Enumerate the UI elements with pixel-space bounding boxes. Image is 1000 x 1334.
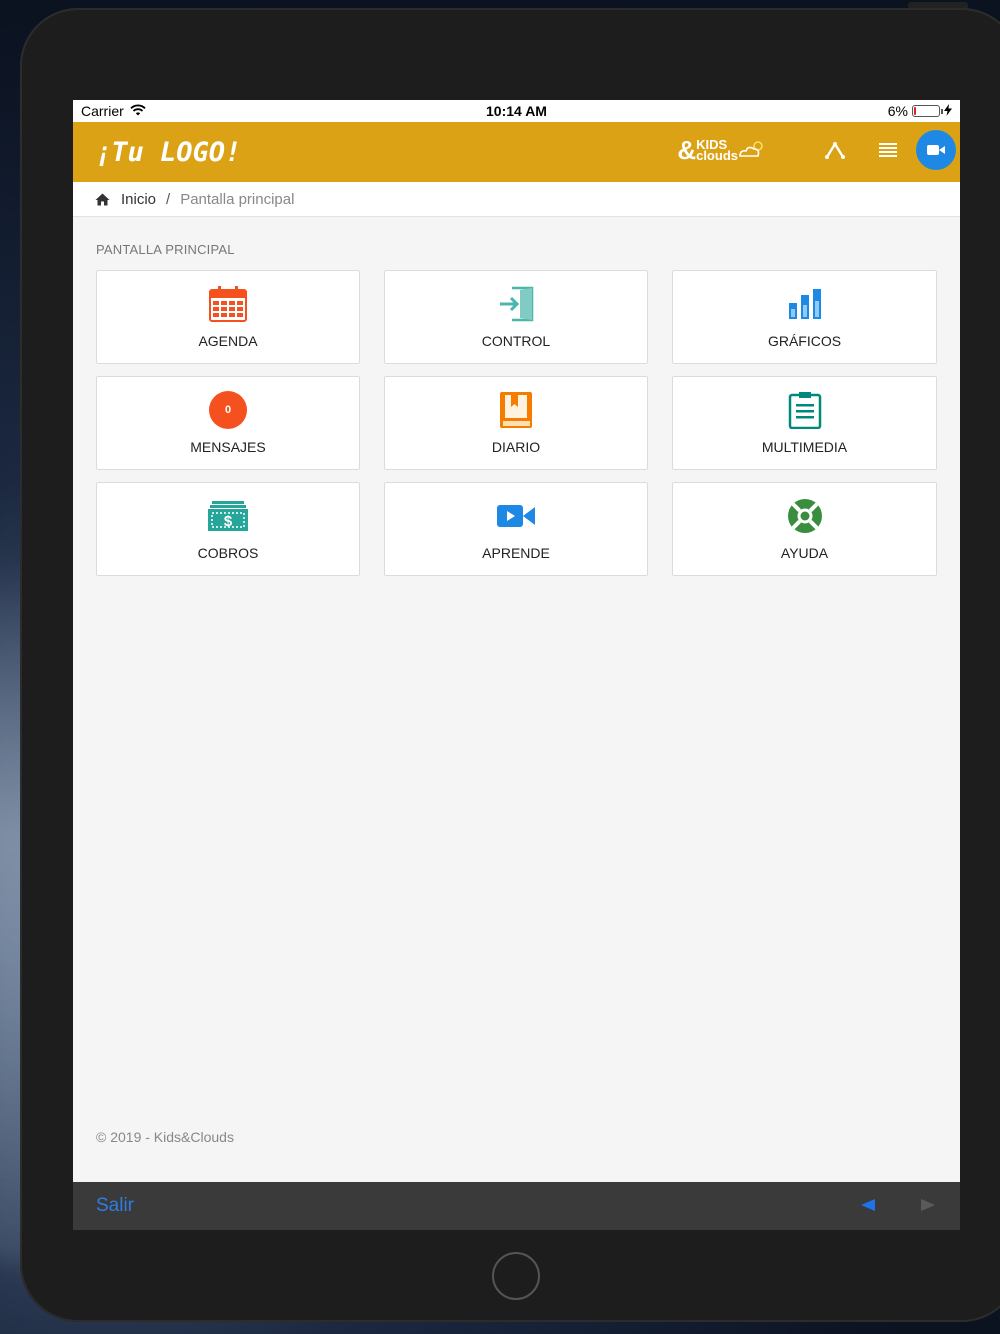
tile-label: MENSAJES — [190, 439, 266, 455]
tile-label: APRENDE — [482, 545, 550, 561]
video-camera-icon — [927, 145, 945, 155]
svg-text:$: $ — [224, 513, 233, 530]
clipboard-icon — [788, 392, 821, 429]
menu-button[interactable] — [868, 130, 908, 170]
breadcrumb-home-link[interactable]: Inicio — [121, 191, 156, 208]
book-bookmark-icon — [500, 392, 532, 428]
caret-up-icon — [825, 141, 845, 159]
tile-cobros[interactable]: $ COBROS — [96, 482, 360, 576]
battery-percent: 6% — [887, 103, 908, 119]
brand-line2: clouds — [696, 148, 738, 163]
tile-label: DIARIO — [491, 439, 541, 455]
brand-amp: & — [677, 135, 697, 165]
section-title: PANTALLA PRINCIPAL — [96, 242, 235, 257]
forward-arrow-icon[interactable] — [921, 1199, 935, 1211]
tile-ayuda[interactable]: AYUDA — [672, 482, 937, 576]
tile-control[interactable]: CONTROL — [384, 270, 648, 364]
calendar-icon — [209, 286, 247, 322]
tile-diario[interactable]: DIARIO — [384, 376, 648, 470]
tile-label: CONTROL — [481, 333, 551, 349]
door-enter-icon — [500, 286, 534, 322]
carrier-label: Carrier — [81, 103, 124, 119]
home-icon[interactable] — [95, 193, 110, 206]
exit-button[interactable]: Salir — [96, 1195, 134, 1217]
app-header: ¡Tu LOGO! & KIDS clouds — [73, 122, 960, 182]
tile-mensajes[interactable]: 0 MENSAJES — [96, 376, 360, 470]
app-logo: ¡Tu LOGO! — [95, 136, 242, 168]
bar-chart-icon — [788, 289, 821, 319]
lifebuoy-icon — [787, 499, 822, 533]
copyright-footer: © 2019 - Kids&Clouds — [96, 1129, 234, 1145]
tile-agenda[interactable]: AGENDA — [96, 270, 360, 364]
battery-fill — [914, 107, 916, 115]
battery-icon — [912, 105, 943, 117]
bottom-toolbar: Salir — [73, 1182, 960, 1230]
charging-icon — [944, 103, 952, 119]
back-arrow-icon[interactable] — [861, 1199, 875, 1211]
status-bar: Carrier 10:14 AM 6% — [73, 100, 960, 122]
wifi-icon — [130, 103, 146, 119]
video-camera-icon — [497, 505, 535, 527]
breadcrumb-current: Pantalla principal — [180, 190, 295, 208]
status-time: 10:14 AM — [486, 103, 547, 119]
tile-label: GRÁFICOS — [767, 333, 842, 349]
app-screen: Carrier 10:14 AM 6% ¡Tu LOGO! & KIDS clo… — [73, 100, 960, 1230]
money-icon: $ — [208, 501, 248, 531]
breadcrumb-separator: / — [166, 190, 171, 208]
kids-clouds-brand-logo: & KIDS clouds — [677, 135, 764, 165]
tile-graficos[interactable]: GRÁFICOS — [672, 270, 937, 364]
message-count-badge: 0 — [209, 391, 247, 429]
module-grid: AGENDA CONTROL GRÁFICOS 0 MENSAJES DIARI… — [96, 270, 937, 576]
device-home-button[interactable] — [492, 1252, 540, 1300]
tile-label: COBROS — [197, 545, 259, 561]
tile-multimedia[interactable]: MULTIMEDIA — [672, 376, 937, 470]
breadcrumb: Inicio / Pantalla principal — [73, 182, 960, 217]
tile-label: AGENDA — [198, 333, 258, 349]
hamburger-menu-icon — [879, 143, 897, 157]
video-call-button[interactable] — [916, 130, 956, 170]
tile-label: MULTIMEDIA — [761, 439, 848, 455]
profile-switch-button[interactable] — [815, 130, 855, 170]
cloud-sun-icon — [739, 141, 763, 157]
tile-label: AYUDA — [780, 545, 829, 561]
tile-aprende[interactable]: APRENDE — [384, 482, 648, 576]
